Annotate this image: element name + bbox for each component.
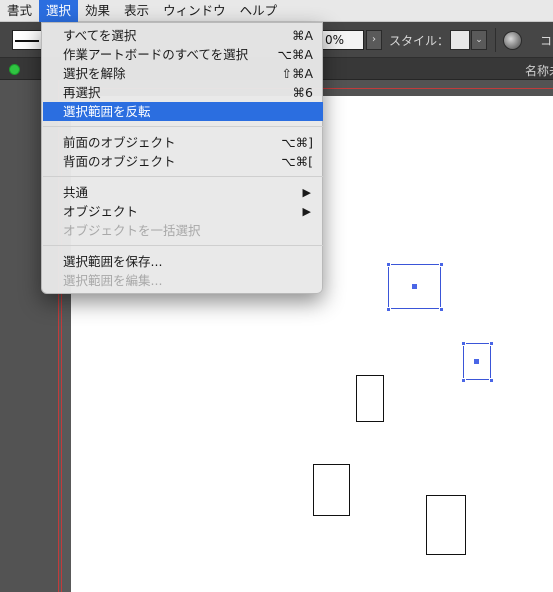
menu-item-label: 背面のオブジェクト bbox=[63, 154, 176, 169]
menu-item-select-all-on-artboard[interactable]: 作業アートボードのすべてを選択 ⌥⌘A bbox=[43, 45, 323, 64]
menu-item-label: 再選択 bbox=[63, 85, 101, 100]
menu-item-label: 選択範囲を編集... bbox=[63, 273, 163, 288]
menu-item-object[interactable]: オブジェクト ▶ bbox=[43, 202, 323, 221]
opacity-input[interactable]: 0% bbox=[322, 30, 364, 50]
menu-window[interactable]: ウィンドウ bbox=[156, 0, 233, 22]
select-dropdown-menu: すべてを選択 ⌘A 作業アートボードのすべてを選択 ⌥⌘A 選択を解除 ⇧⌘A … bbox=[41, 22, 323, 294]
rectangle[interactable] bbox=[356, 375, 384, 422]
menu-item-save-selection[interactable]: 選択範囲を保存... bbox=[43, 252, 323, 271]
submenu-arrow-icon: ▶ bbox=[302, 186, 311, 199]
menu-item-shortcut: ⌥⌘] bbox=[281, 135, 313, 150]
menu-separator bbox=[43, 245, 323, 246]
menu-item-shortcut: ⌘A bbox=[291, 28, 313, 43]
menu-item-same[interactable]: 共通 ▶ bbox=[43, 183, 323, 202]
menu-item-reselect[interactable]: 再選択 ⌘6 bbox=[43, 83, 323, 102]
selection-handle[interactable] bbox=[386, 262, 391, 267]
selection-handle[interactable] bbox=[489, 378, 494, 383]
menu-separator bbox=[43, 176, 323, 177]
menu-item-shortcut: ⌥⌘[ bbox=[281, 154, 313, 169]
rectangle[interactable] bbox=[313, 464, 350, 516]
submenu-arrow-icon: ▶ bbox=[302, 205, 311, 218]
menu-item-label: オブジェクトを一括選択 bbox=[63, 223, 201, 238]
selection-handle[interactable] bbox=[439, 262, 444, 267]
rectangle[interactable] bbox=[426, 495, 466, 555]
center-point bbox=[474, 359, 479, 364]
menu-help[interactable]: ヘルプ bbox=[233, 0, 285, 22]
menu-format[interactable]: 書式 bbox=[0, 0, 39, 22]
menu-item-shortcut: ⌘6 bbox=[292, 85, 313, 100]
selection-handle[interactable] bbox=[439, 307, 444, 312]
menu-item-label: すべてを選択 bbox=[63, 28, 137, 43]
menu-item-label: オブジェクト bbox=[63, 204, 139, 219]
stroke-weight-swatch[interactable] bbox=[12, 30, 42, 50]
menu-effect[interactable]: 効果 bbox=[78, 0, 117, 22]
menu-item-label: 選択を解除 bbox=[63, 66, 126, 81]
menu-item-next-object-above[interactable]: 前面のオブジェクト ⌥⌘] bbox=[43, 133, 323, 152]
menu-view[interactable]: 表示 bbox=[117, 0, 156, 22]
menu-item-shortcut: ⌥⌘A bbox=[277, 47, 313, 62]
document-title: 名称未 bbox=[525, 64, 553, 78]
menu-item-edit-selection: 選択範囲を編集... bbox=[43, 271, 323, 290]
menu-item-shortcut: ⇧⌘A bbox=[281, 66, 313, 81]
menu-item-inverse[interactable]: 選択範囲を反転 bbox=[43, 102, 323, 121]
menu-bar: 書式 選択 効果 表示 ウィンドウ ヘルプ bbox=[0, 0, 553, 22]
menu-item-label: 前面のオブジェクト bbox=[63, 135, 176, 150]
selection-handle[interactable] bbox=[461, 341, 466, 346]
recolor-artwork-icon[interactable] bbox=[503, 31, 522, 50]
menu-item-deselect[interactable]: 選択を解除 ⇧⌘A bbox=[43, 64, 323, 83]
window-close-icon[interactable] bbox=[9, 64, 20, 75]
menu-item-label: 選択範囲を保存... bbox=[63, 254, 163, 269]
divider bbox=[495, 28, 496, 52]
menu-item-start-global-edit: オブジェクトを一括選択 bbox=[43, 221, 323, 240]
center-point bbox=[412, 284, 417, 289]
menu-item-label: 共通 bbox=[63, 185, 89, 200]
selection-handle[interactable] bbox=[386, 307, 391, 312]
menu-item-label: 選択範囲を反転 bbox=[63, 104, 151, 119]
style-label: スタイル： bbox=[389, 34, 450, 48]
menu-separator bbox=[43, 126, 323, 127]
menu-item-select-all[interactable]: すべてを選択 ⌘A bbox=[43, 26, 323, 45]
menu-item-label: 作業アートボードのすべてを選択 bbox=[63, 47, 249, 62]
menu-select[interactable]: 選択 bbox=[39, 0, 79, 22]
selection-handle[interactable] bbox=[461, 378, 466, 383]
opacity-arrow-button[interactable]: › bbox=[366, 30, 382, 50]
menu-item-next-object-below[interactable]: 背面のオブジェクト ⌥⌘[ bbox=[43, 152, 323, 171]
control-label-truncated: コ bbox=[540, 34, 553, 48]
chevron-down-icon[interactable]: ⌄ bbox=[471, 30, 487, 50]
selection-handle[interactable] bbox=[489, 341, 494, 346]
graphic-style-swatch[interactable] bbox=[450, 30, 470, 50]
